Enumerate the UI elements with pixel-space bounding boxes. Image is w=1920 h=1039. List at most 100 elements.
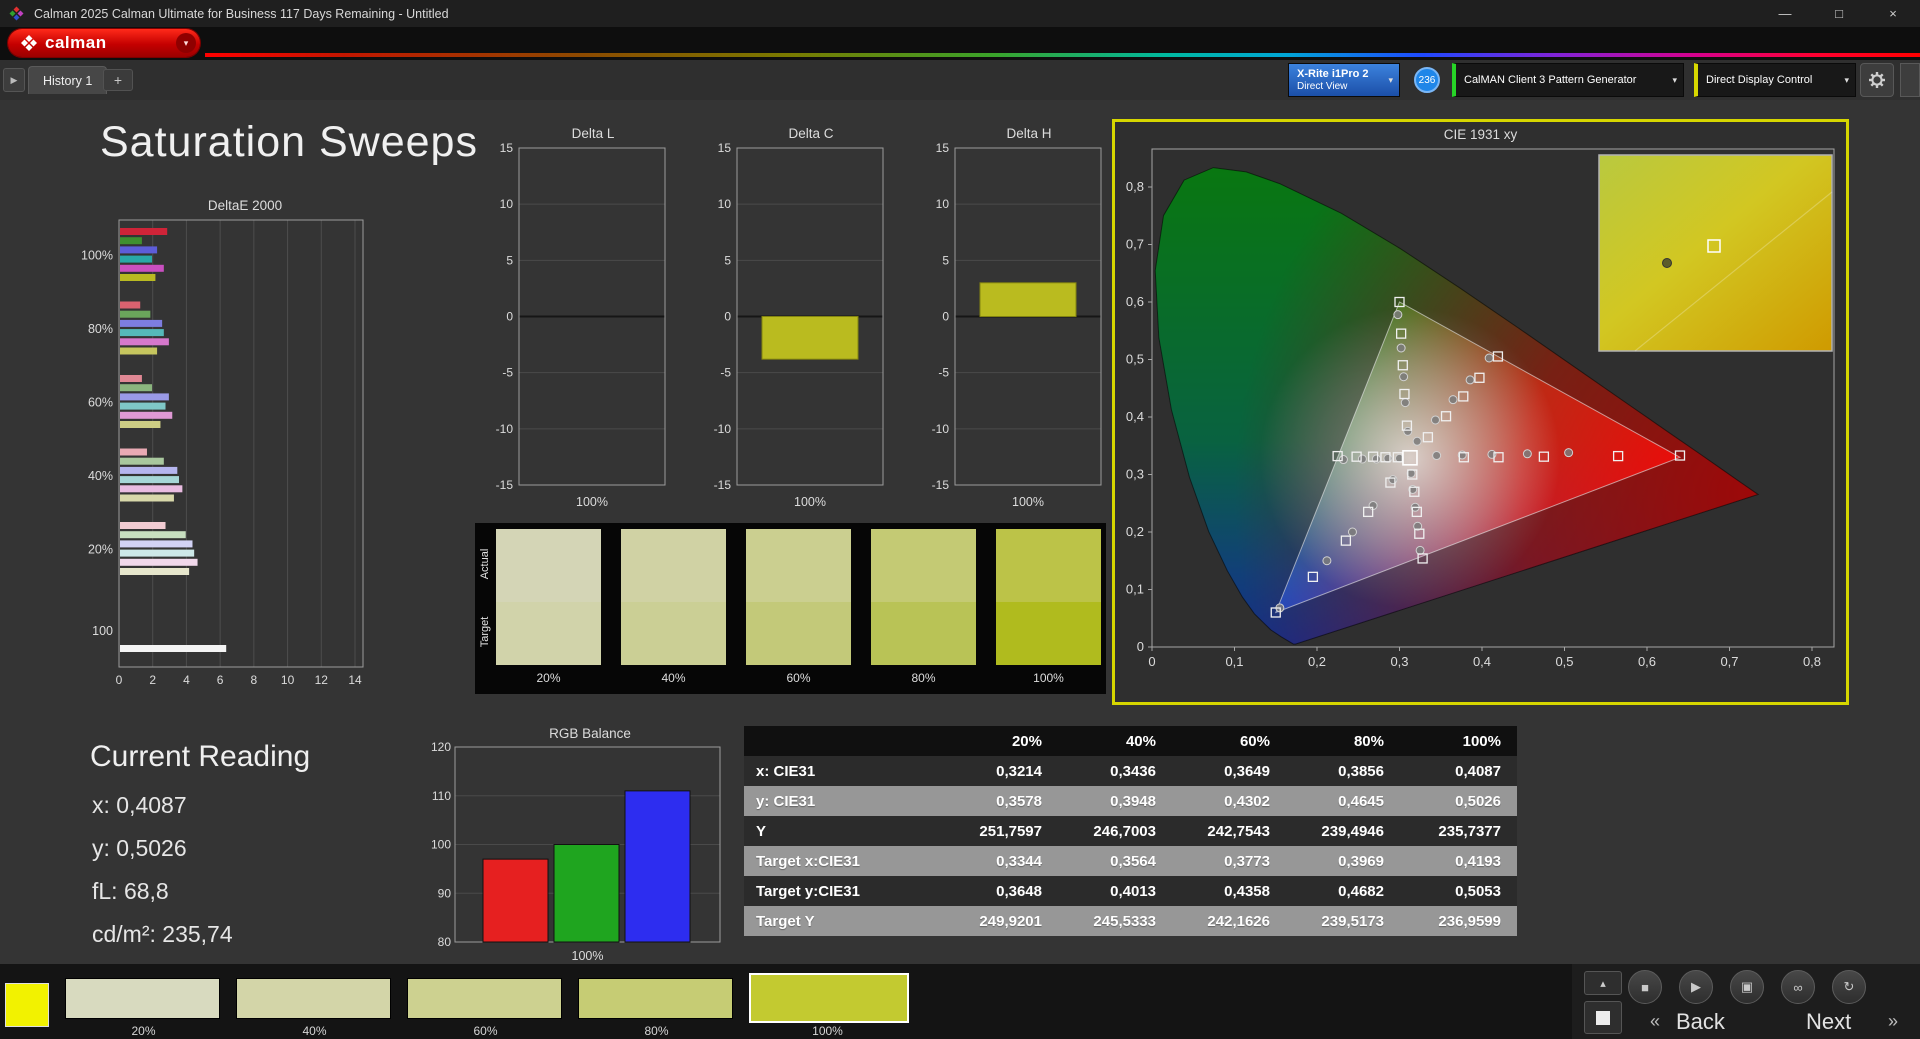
delta-c-chart: Delta C 151050-5-10-15100% xyxy=(685,126,885,519)
cie-panel: CIE 1931 xy 000,10,10,20,20,30,30,40,40,… xyxy=(1112,119,1849,705)
deltae-bar xyxy=(120,412,172,419)
bottom-swatch-label: 60% xyxy=(407,1024,564,1038)
play-button[interactable]: ▶ xyxy=(1679,970,1713,1004)
svg-text:5: 5 xyxy=(942,253,949,267)
gear-icon xyxy=(1867,70,1887,90)
current-patch-swatch xyxy=(5,983,49,1027)
measured-point xyxy=(1433,452,1441,460)
meter-badge[interactable]: 236 xyxy=(1414,67,1440,93)
chevron-up-button[interactable]: ▴ xyxy=(1584,971,1622,995)
reading-fl: fL: 68,8 xyxy=(92,878,169,905)
svg-text:0,5: 0,5 xyxy=(1126,352,1144,367)
actual-swatch-60% xyxy=(746,529,851,602)
reading-x: x: 0,4087 xyxy=(92,792,187,819)
measured-point xyxy=(1466,376,1474,384)
svg-text:90: 90 xyxy=(438,886,452,900)
tab-history-1[interactable]: History 1 xyxy=(28,66,107,94)
inset-measured-point xyxy=(1663,259,1672,268)
deltae-bar xyxy=(120,311,150,318)
next-button[interactable]: Next xyxy=(1806,1009,1851,1035)
measured-point xyxy=(1449,396,1457,404)
measured-point xyxy=(1400,373,1408,381)
stop-button[interactable]: ■ xyxy=(1628,970,1662,1004)
svg-text:15: 15 xyxy=(718,142,732,155)
table-header: 20% xyxy=(944,726,1058,756)
svg-text:10: 10 xyxy=(281,673,295,687)
bottom-swatch-80%[interactable] xyxy=(578,978,733,1019)
svg-text:0: 0 xyxy=(116,673,123,687)
svg-text:110: 110 xyxy=(432,789,451,803)
svg-text:80%: 80% xyxy=(88,322,113,336)
bottom-swatch-40%[interactable] xyxy=(236,978,391,1019)
deltae-bar xyxy=(120,540,192,547)
svg-text:-10: -10 xyxy=(932,422,950,436)
svg-text:-15: -15 xyxy=(714,478,732,492)
history-prev-button[interactable]: ▶ xyxy=(3,68,25,92)
bottom-swatch-60%[interactable] xyxy=(407,978,562,1019)
deltae-bar xyxy=(120,274,155,281)
svg-text:5: 5 xyxy=(506,253,513,267)
edge-toolbar-button[interactable] xyxy=(1900,63,1920,97)
bottom-bar: ▴ « Back Next » 20%40%60%80%100%■▶▣∞↻ xyxy=(0,964,1920,1039)
rainbow-strip xyxy=(205,53,1920,57)
svg-text:0,2: 0,2 xyxy=(1308,654,1326,669)
close-button[interactable]: × xyxy=(1866,0,1920,27)
brand-name: calman xyxy=(45,33,107,53)
logo-row: calman ▾ xyxy=(0,27,1920,60)
deltae-bar xyxy=(120,467,177,474)
maximize-button[interactable]: □ xyxy=(1812,0,1866,27)
swatch-column-label: 100% xyxy=(996,671,1101,685)
svg-text:0,3: 0,3 xyxy=(1390,654,1408,669)
rgb-bar-blue xyxy=(625,791,690,942)
current-reading-title: Current Reading xyxy=(90,740,310,774)
svg-text:100%: 100% xyxy=(81,249,113,263)
back-chevron-icon: « xyxy=(1650,1011,1660,1032)
tab-bar: ▶ History 1 + X-Rite i1Pro 2 Direct View… xyxy=(0,60,1920,100)
svg-text:0,7: 0,7 xyxy=(1720,654,1738,669)
delta-l-chart: Delta L 151050-5-10-15100% xyxy=(467,126,667,519)
measured-point xyxy=(1485,354,1493,362)
source-dropdown[interactable]: CalMAN Client 3 Pattern Generator ▾ xyxy=(1452,63,1684,97)
bottom-swatch-label: 40% xyxy=(236,1024,393,1038)
table-header: 40% xyxy=(1058,726,1172,756)
deltae-bar xyxy=(120,228,167,235)
bottom-swatch-100%[interactable] xyxy=(749,973,909,1023)
chevron-down-icon: ▾ xyxy=(1388,75,1393,86)
refresh-button[interactable]: ↻ xyxy=(1832,970,1866,1004)
measured-point xyxy=(1389,476,1397,484)
reading-y: y: 0,5026 xyxy=(92,835,187,862)
meter-dropdown[interactable]: X-Rite i1Pro 2 Direct View ▾ xyxy=(1288,63,1400,97)
display-control-dropdown[interactable]: Direct Display Control ▾ xyxy=(1694,63,1856,97)
add-tab-button[interactable]: + xyxy=(103,69,133,91)
svg-text:0,3: 0,3 xyxy=(1126,467,1144,482)
deltae2000-chart: DeltaE 2000 02468101214100%80%60%40%20%1… xyxy=(71,198,371,697)
measured-point xyxy=(1565,449,1573,457)
cie-inset xyxy=(1599,155,1832,351)
deltae-bar xyxy=(120,449,147,456)
pattern-window-button[interactable] xyxy=(1584,1001,1622,1034)
target-row-label: Target xyxy=(479,603,491,661)
svg-text:0: 0 xyxy=(1148,654,1155,669)
deltae-bar xyxy=(120,559,198,566)
results-table: 20%40%60%80%100%x: CIE310,32140,34360,36… xyxy=(744,726,1517,936)
minimize-button[interactable]: — xyxy=(1758,0,1812,27)
settings-button[interactable] xyxy=(1860,63,1894,97)
calman-menu-button[interactable]: calman ▾ xyxy=(8,29,200,57)
svg-text:0,4: 0,4 xyxy=(1473,654,1491,669)
loop-button[interactable]: ∞ xyxy=(1781,970,1815,1004)
svg-text:0: 0 xyxy=(724,310,731,324)
table-header: 60% xyxy=(1172,726,1286,756)
deltae-bar xyxy=(120,550,194,557)
calman-logo-icon xyxy=(20,34,38,52)
bottom-swatch-20%[interactable] xyxy=(65,978,220,1019)
save-button[interactable]: ▣ xyxy=(1730,970,1764,1004)
svg-text:100%: 100% xyxy=(572,949,604,963)
svg-text:0: 0 xyxy=(1137,639,1144,654)
svg-text:100: 100 xyxy=(92,624,113,638)
meter-mode: Direct View xyxy=(1297,81,1369,93)
svg-text:100%: 100% xyxy=(794,495,826,509)
svg-text:15: 15 xyxy=(500,142,514,155)
back-button[interactable]: Back xyxy=(1676,1009,1725,1035)
measured-point xyxy=(1413,437,1421,445)
deltae-bar xyxy=(120,458,164,465)
